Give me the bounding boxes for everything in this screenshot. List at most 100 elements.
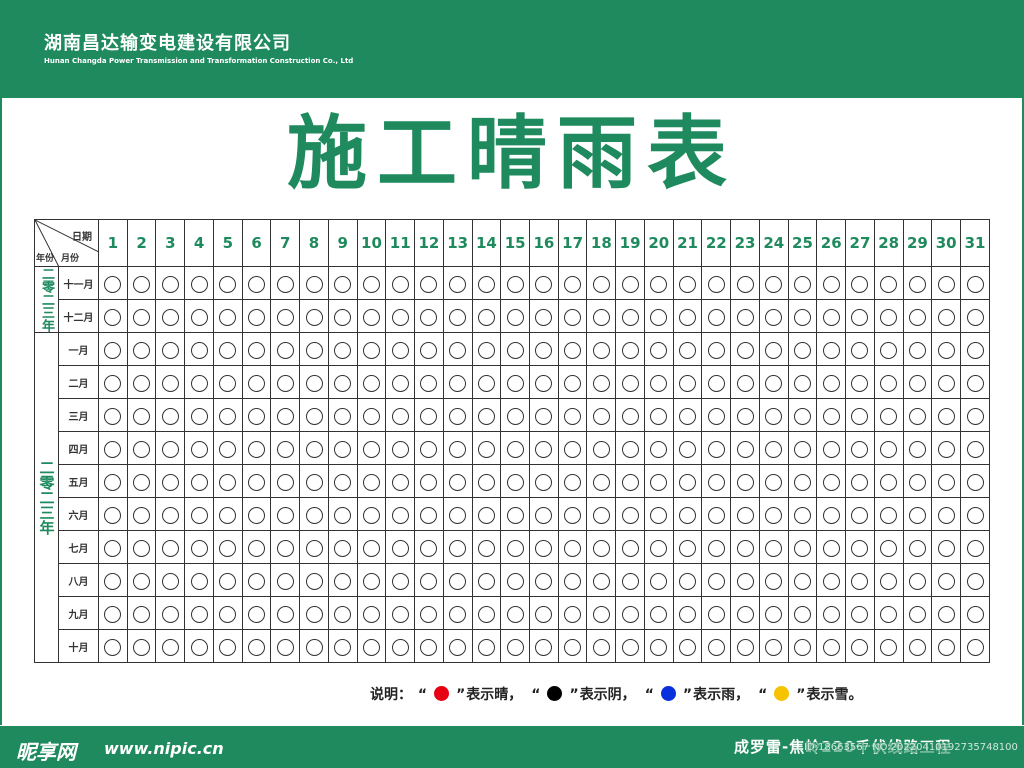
weather-circle-icon[interactable] bbox=[219, 440, 237, 458]
weather-circle-icon[interactable] bbox=[621, 539, 639, 557]
weather-circle-icon[interactable] bbox=[362, 275, 380, 293]
day-cell[interactable] bbox=[471, 365, 502, 399]
day-cell[interactable] bbox=[960, 332, 990, 366]
day-cell[interactable] bbox=[241, 431, 272, 465]
day-cell[interactable] bbox=[98, 563, 128, 597]
weather-circle-icon[interactable] bbox=[362, 473, 380, 491]
weather-circle-icon[interactable] bbox=[908, 638, 926, 656]
weather-circle-icon[interactable] bbox=[564, 506, 582, 524]
day-cell[interactable] bbox=[299, 563, 329, 597]
weather-circle-icon[interactable] bbox=[248, 407, 266, 425]
weather-circle-icon[interactable] bbox=[851, 275, 869, 293]
day-cell[interactable] bbox=[184, 365, 214, 399]
day-cell[interactable] bbox=[155, 431, 186, 465]
day-cell[interactable] bbox=[270, 332, 301, 366]
weather-circle-icon[interactable] bbox=[219, 506, 237, 524]
weather-circle-icon[interactable] bbox=[621, 572, 639, 590]
day-cell[interactable] bbox=[787, 299, 818, 333]
day-cell[interactable] bbox=[500, 530, 531, 564]
weather-circle-icon[interactable] bbox=[391, 539, 409, 557]
weather-circle-icon[interactable] bbox=[535, 638, 553, 656]
weather-circle-icon[interactable] bbox=[621, 506, 639, 524]
day-cell[interactable] bbox=[270, 431, 301, 465]
day-cell[interactable] bbox=[442, 530, 473, 564]
weather-circle-icon[interactable] bbox=[937, 638, 955, 656]
day-cell[interactable] bbox=[414, 365, 444, 399]
day-cell[interactable] bbox=[414, 596, 444, 630]
day-cell[interactable] bbox=[356, 365, 387, 399]
weather-circle-icon[interactable] bbox=[506, 407, 524, 425]
day-cell[interactable] bbox=[241, 299, 272, 333]
weather-circle-icon[interactable] bbox=[679, 341, 697, 359]
day-cell[interactable] bbox=[902, 431, 933, 465]
weather-circle-icon[interactable] bbox=[104, 275, 122, 293]
day-cell[interactable] bbox=[643, 365, 674, 399]
day-cell[interactable] bbox=[356, 332, 387, 366]
weather-circle-icon[interactable] bbox=[334, 308, 352, 326]
weather-circle-icon[interactable] bbox=[679, 308, 697, 326]
day-cell[interactable] bbox=[960, 464, 990, 498]
weather-circle-icon[interactable] bbox=[420, 638, 438, 656]
weather-circle-icon[interactable] bbox=[851, 506, 869, 524]
weather-circle-icon[interactable] bbox=[506, 638, 524, 656]
weather-circle-icon[interactable] bbox=[592, 506, 610, 524]
weather-circle-icon[interactable] bbox=[592, 539, 610, 557]
weather-circle-icon[interactable] bbox=[391, 374, 409, 392]
weather-circle-icon[interactable] bbox=[908, 374, 926, 392]
weather-circle-icon[interactable] bbox=[133, 341, 151, 359]
day-cell[interactable] bbox=[931, 398, 962, 432]
weather-circle-icon[interactable] bbox=[679, 275, 697, 293]
weather-circle-icon[interactable] bbox=[161, 473, 179, 491]
weather-circle-icon[interactable] bbox=[449, 407, 467, 425]
day-cell[interactable] bbox=[960, 629, 990, 663]
day-cell[interactable] bbox=[672, 398, 703, 432]
weather-circle-icon[interactable] bbox=[937, 605, 955, 623]
weather-circle-icon[interactable] bbox=[161, 572, 179, 590]
day-cell[interactable] bbox=[672, 332, 703, 366]
day-cell[interactable] bbox=[816, 563, 847, 597]
weather-circle-icon[interactable] bbox=[880, 341, 898, 359]
weather-circle-icon[interactable] bbox=[276, 308, 294, 326]
weather-circle-icon[interactable] bbox=[822, 539, 840, 557]
weather-circle-icon[interactable] bbox=[707, 506, 725, 524]
weather-circle-icon[interactable] bbox=[822, 638, 840, 656]
day-cell[interactable] bbox=[557, 629, 588, 663]
weather-circle-icon[interactable] bbox=[276, 440, 294, 458]
weather-circle-icon[interactable] bbox=[564, 539, 582, 557]
day-cell[interactable] bbox=[586, 266, 617, 300]
day-cell[interactable] bbox=[873, 431, 904, 465]
weather-circle-icon[interactable] bbox=[650, 473, 668, 491]
weather-circle-icon[interactable] bbox=[104, 440, 122, 458]
day-cell[interactable] bbox=[155, 266, 186, 300]
weather-circle-icon[interactable] bbox=[966, 506, 984, 524]
weather-circle-icon[interactable] bbox=[161, 638, 179, 656]
weather-circle-icon[interactable] bbox=[362, 407, 380, 425]
day-cell[interactable] bbox=[126, 497, 157, 531]
weather-circle-icon[interactable] bbox=[506, 341, 524, 359]
day-cell[interactable] bbox=[356, 266, 387, 300]
weather-circle-icon[interactable] bbox=[104, 572, 122, 590]
weather-circle-icon[interactable] bbox=[736, 374, 754, 392]
day-cell[interactable] bbox=[155, 530, 186, 564]
weather-circle-icon[interactable] bbox=[161, 539, 179, 557]
day-cell[interactable] bbox=[758, 266, 789, 300]
day-cell[interactable] bbox=[931, 563, 962, 597]
day-cell[interactable] bbox=[701, 398, 732, 432]
day-cell[interactable] bbox=[557, 530, 588, 564]
day-cell[interactable] bbox=[356, 629, 387, 663]
day-cell[interactable] bbox=[845, 299, 875, 333]
weather-circle-icon[interactable] bbox=[564, 341, 582, 359]
day-cell[interactable] bbox=[960, 431, 990, 465]
day-cell[interactable] bbox=[701, 431, 732, 465]
day-cell[interactable] bbox=[414, 563, 444, 597]
day-cell[interactable] bbox=[787, 398, 818, 432]
weather-circle-icon[interactable] bbox=[276, 341, 294, 359]
weather-circle-icon[interactable] bbox=[679, 605, 697, 623]
weather-circle-icon[interactable] bbox=[420, 473, 438, 491]
day-cell[interactable] bbox=[787, 530, 818, 564]
day-cell[interactable] bbox=[126, 398, 157, 432]
weather-circle-icon[interactable] bbox=[736, 638, 754, 656]
weather-circle-icon[interactable] bbox=[707, 539, 725, 557]
day-cell[interactable] bbox=[902, 629, 933, 663]
day-cell[interactable] bbox=[730, 398, 760, 432]
